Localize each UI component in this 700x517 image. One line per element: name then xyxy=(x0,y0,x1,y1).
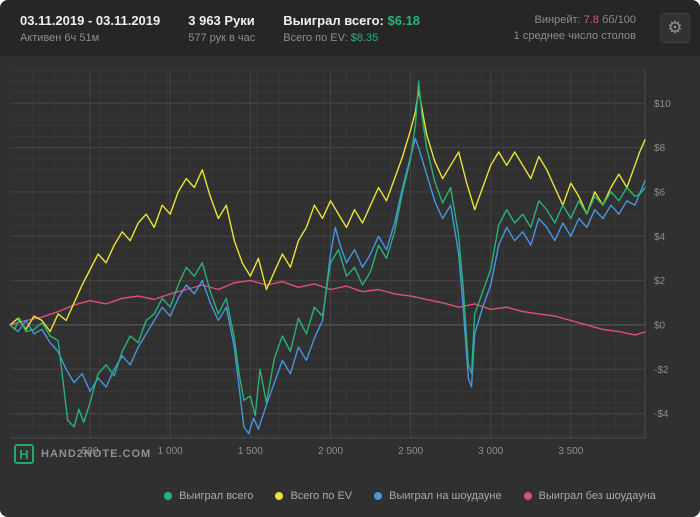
settings-button[interactable]: ⚙ xyxy=(660,13,690,43)
svg-text:$0: $0 xyxy=(654,320,666,331)
hand2note-logo-icon: H xyxy=(14,444,34,464)
legend-item[interactable]: Всего по EV xyxy=(275,490,352,502)
legend-item[interactable]: Выиграл без шоудауна xyxy=(523,489,656,502)
svg-text:1 000: 1 000 xyxy=(158,446,183,457)
legend-label: Всего по EV xyxy=(290,489,353,502)
ev-total-label: Всего по EV: xyxy=(283,31,348,44)
ev-total-value: $8.35 xyxy=(350,31,379,44)
legend-dot-icon xyxy=(374,491,383,500)
svg-text:$2: $2 xyxy=(654,276,666,287)
legend-label: Выиграл без шоудауна xyxy=(538,489,656,502)
winnings-section: Выиграл всего: $6.18 Всего по EV: $8.35 xyxy=(269,13,434,44)
hands-section: 3 963 Руки 577 рук в час xyxy=(174,13,269,44)
svg-text:$8: $8 xyxy=(654,143,666,154)
hand2note-graph-window: 03.11.2019 - 03.11.2019 Активен 6ч 51м 3… xyxy=(0,0,700,517)
series-line-2 xyxy=(9,89,646,333)
chart-legend: Выиграл всего Всего по EV Выиграл на шоуда… xyxy=(0,474,700,517)
svg-text:-$2: -$2 xyxy=(654,365,669,376)
winrate-section: Винрейт: 7.8 бб/100 1 среднее число стол… xyxy=(500,14,650,42)
legend-label: Выиграл всего xyxy=(179,489,254,502)
svg-text:2 500: 2 500 xyxy=(398,446,423,457)
hand2note-logo-text: HAND2NOTE.COM xyxy=(41,448,152,460)
winrate-value: 7.8 xyxy=(583,14,599,26)
legend-label: Выиграл на шоудауне xyxy=(389,489,502,502)
legend-item[interactable]: Выиграл всего xyxy=(164,490,253,502)
svg-text:3 000: 3 000 xyxy=(478,446,503,457)
series-line-3 xyxy=(9,80,646,428)
graph-canvas: 500 1 000 1 500 2 000 2 500 3 000 3 500-$4-$2$… xyxy=(9,69,671,457)
svg-text:$10: $10 xyxy=(654,99,671,110)
series-line-0 xyxy=(9,279,646,336)
legend-dot-icon xyxy=(275,491,284,500)
winnings-graph: 500 1 000 1 500 2 000 2 500 3 000 3 500 -$4 -$2 $… xyxy=(0,56,700,474)
hand2note-logo: H HAND2NOTE.COM xyxy=(14,444,151,464)
stats-header: 03.11.2019 - 03.11.2019 Активен 6ч 51м 3… xyxy=(0,0,700,56)
legend-item[interactable]: Выиграл на шоудауне xyxy=(374,489,502,502)
winrate-label: Винрейт: xyxy=(534,14,581,26)
active-time: Активен 6ч 51м xyxy=(20,31,100,44)
svg-text:$6: $6 xyxy=(654,187,666,198)
gear-icon: ⚙ xyxy=(667,18,683,37)
svg-text:3 500: 3 500 xyxy=(558,446,583,457)
avg-tables: 1 среднее число столов xyxy=(513,30,636,42)
svg-text:1 500: 1 500 xyxy=(238,446,263,457)
hands-per-hour: 577 рук в час xyxy=(188,31,256,44)
date-section: 03.11.2019 - 03.11.2019 Активен 6ч 51м xyxy=(6,13,174,44)
won-total-label: Выиграл всего: xyxy=(283,12,384,28)
svg-text:-$4: -$4 xyxy=(654,409,669,420)
won-total-value: $6.18 xyxy=(387,12,421,28)
hands-count: 3 963 Руки xyxy=(188,12,255,28)
svg-text:2 000: 2 000 xyxy=(318,446,343,457)
legend-dot-icon xyxy=(523,491,532,500)
date-range: 03.11.2019 - 03.11.2019 xyxy=(20,12,161,28)
svg-text:$4: $4 xyxy=(654,232,666,243)
legend-dot-icon xyxy=(164,491,173,500)
winrate-unit: бб/100 xyxy=(601,14,636,26)
